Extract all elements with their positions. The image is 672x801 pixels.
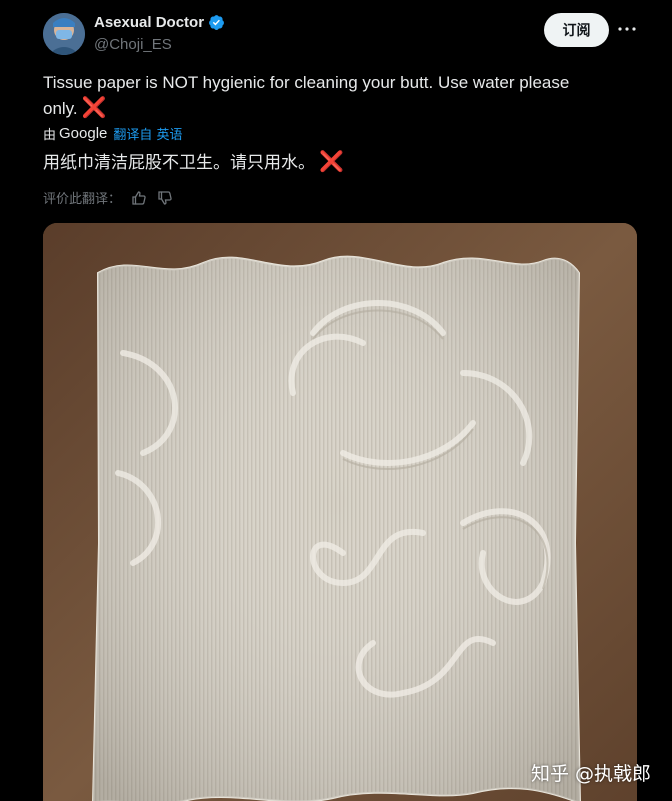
translated-from-link[interactable]: 翻译自 英语 (113, 124, 182, 143)
tweet-text: Tissue paper is NOT hygienic for cleanin… (43, 73, 570, 118)
verified-badge-icon (208, 14, 225, 31)
thumbs-up-icon[interactable] (131, 190, 147, 206)
rate-translation-label: 评价此翻译： (43, 192, 122, 207)
tweet-header: Asexual Doctor @Choji_ES 订阅 (0, 0, 672, 62)
thumbs-down-icon[interactable] (157, 190, 173, 206)
more-horizontal-icon[interactable] (616, 18, 638, 40)
cross-mark-icon: ❌ (81, 95, 107, 119)
translated-by-prefix: 由 (43, 128, 57, 143)
tweet-page: Asexual Doctor @Choji_ES 订阅 Tissue paper… (0, 0, 672, 801)
translated-text: 用纸巾清洁屁股不卫生。请只用水。 (43, 153, 315, 173)
author-handle[interactable]: @Choji_ES (94, 36, 172, 53)
tissue-paper-photo[interactable] (43, 223, 637, 801)
photo-illustration (43, 223, 637, 801)
author-avatar[interactable] (43, 13, 85, 55)
author-display-name[interactable]: Asexual Doctor (94, 14, 204, 31)
subscribe-button[interactable]: 订阅 (544, 13, 609, 47)
google-logo-text: Google (59, 125, 108, 142)
rate-translation-row: 评价此翻译： (43, 188, 173, 207)
author-name-row: Asexual Doctor (94, 14, 225, 31)
cross-mark-icon: ❌ (319, 149, 344, 173)
translation-attribution: 由 Google 翻译自 英语 (43, 124, 183, 143)
zhihu-watermark: 知乎 @执戟郎 (531, 763, 652, 785)
avatar-image (43, 13, 85, 55)
tweet-body: Tissue paper is NOT hygienic for cleanin… (43, 71, 623, 121)
translated-body: 用纸巾清洁屁股不卫生。请只用水。 ❌ (43, 149, 344, 175)
